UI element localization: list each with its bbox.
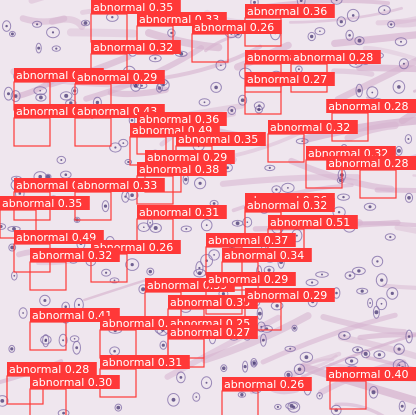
detection-label: abnormal 0.28 xyxy=(9,363,89,376)
detection-label: abnormal 0.26 xyxy=(224,378,304,391)
detection-label: abnormal 0.49 xyxy=(16,231,96,244)
detection-box xyxy=(221,390,259,415)
detection-label: abnormal 0.37 xyxy=(208,234,288,247)
detection-label: abnormal 0.27 xyxy=(170,326,250,339)
detection-label: abnormal 0.30 xyxy=(32,376,112,389)
detection-42: abnormal 0.26 xyxy=(221,377,312,415)
detection-29: abnormal 0.32 xyxy=(29,248,120,291)
detection-label: abnormal 0.33 xyxy=(77,179,157,192)
detection-label: abnormal 0.31 xyxy=(102,356,182,369)
detection-label: abnormal 0.27 xyxy=(247,73,327,86)
detection-label: abnormal 0.29 xyxy=(208,273,288,286)
detection-view: abnormal 0.35 abnormal 0.36 abnormal 0.33 a… xyxy=(0,0,416,415)
detection-box xyxy=(244,85,282,115)
detection-43: abnormal 0.40 xyxy=(326,367,416,410)
detection-label: abnormal 0.29 xyxy=(247,289,327,302)
detection-box xyxy=(359,169,397,199)
detection-box xyxy=(29,261,67,291)
detection-label: abnormal 0.35 xyxy=(2,197,82,210)
detection-box xyxy=(99,329,137,359)
detection-label: abnormal 0.28 xyxy=(328,157,408,170)
detection-label: abnormal 0.32 xyxy=(93,41,173,54)
detection-box xyxy=(29,321,67,351)
detection-label: abnormal 0.35 xyxy=(170,296,250,309)
detection-box xyxy=(267,133,305,163)
detection-label: abnormal 0.28 xyxy=(293,51,373,64)
detection-34: abnormal 0.29 xyxy=(244,288,335,331)
detection-box xyxy=(90,13,128,43)
detection-label: abnormal 0.31 xyxy=(139,206,219,219)
detection-label: abnormal 0.51 xyxy=(270,216,350,229)
detection-box xyxy=(191,33,229,63)
detection-label: abnormal 0.36 xyxy=(247,5,327,18)
detection-label: abnormal 0.38 xyxy=(139,163,219,176)
detection-box xyxy=(29,388,67,415)
detection-label: abnormal 0.32 xyxy=(247,199,327,212)
detection-label: abnormal 0.26 xyxy=(194,21,274,34)
detection-label: abnormal 0.28 xyxy=(328,100,408,113)
detection-10: abnormal 0.27 xyxy=(244,72,335,115)
detection-overlay: abnormal 0.35 abnormal 0.36 abnormal 0.33 a… xyxy=(0,0,416,415)
detection-label: abnormal 0.32 xyxy=(270,121,350,134)
detection-box xyxy=(329,380,367,410)
detection-label: abnormal 0.29 xyxy=(77,71,157,84)
detection-label: abnormal 0.40 xyxy=(328,368,408,381)
detection-box xyxy=(74,117,112,147)
detection-46: abnormal 0.28 xyxy=(326,156,416,199)
detection-box xyxy=(13,117,51,147)
detection-label: abnormal 0.32 xyxy=(32,249,112,262)
detection-label: abnormal 0.34 xyxy=(224,249,304,262)
detection-label: abnormal 0.35 xyxy=(178,133,258,146)
